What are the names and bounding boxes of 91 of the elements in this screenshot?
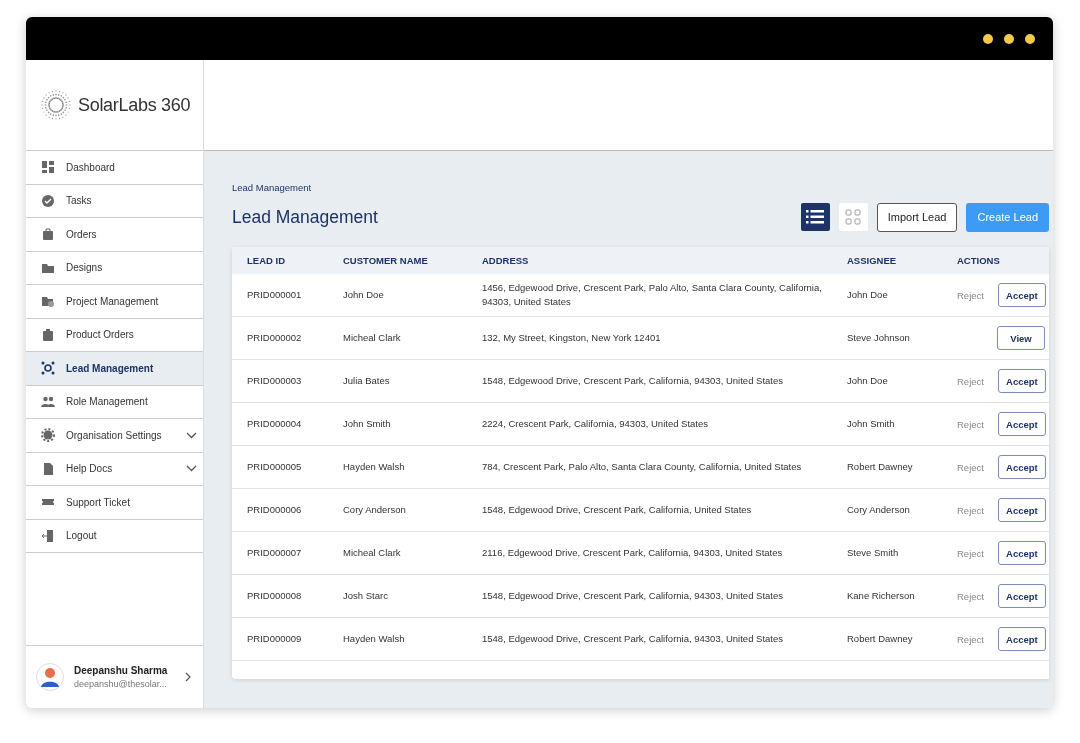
user-profile[interactable]: Deepanshu Sharma deepanshu@thesolar... bbox=[26, 646, 203, 708]
sidebar-item[interactable]: Organisation Settings bbox=[26, 419, 203, 453]
table-cell-text: 2224, Crescent Park, California, 94303, United States bbox=[482, 417, 709, 431]
table-cell-text: John Doe bbox=[847, 374, 889, 388]
table-cell-text: Micheal Clark bbox=[343, 331, 402, 345]
people-icon bbox=[41, 394, 55, 409]
table-cell-text: Robert Dawney bbox=[847, 632, 914, 646]
chevron-right-icon bbox=[185, 672, 191, 682]
reject-link[interactable]: Reject bbox=[957, 289, 984, 301]
accept-button[interactable]: Accept bbox=[997, 455, 1046, 479]
table-cell-text: 1548, Edgewood Drive, Crescent Park, California, 94303, United States bbox=[482, 589, 784, 603]
reject-link[interactable]: Reject bbox=[957, 504, 984, 516]
table-cell-text: Cory Anderson bbox=[343, 503, 407, 517]
sidebar-item[interactable]: Dashboard bbox=[26, 151, 203, 185]
table-cell-text: Micheal Clark bbox=[343, 546, 402, 560]
sidebar-item[interactable]: Role Management bbox=[26, 385, 203, 419]
network-icon bbox=[41, 361, 55, 376]
table-cell-text: PRID000005 bbox=[247, 460, 303, 474]
table-cell-text: Julia Bates bbox=[343, 374, 391, 388]
avatar-icon bbox=[36, 663, 64, 691]
column-header: ACTIONS bbox=[957, 253, 1001, 268]
accept-button[interactable]: Accept bbox=[997, 541, 1046, 565]
sidebar-item[interactable]: Project Management bbox=[26, 285, 203, 319]
column-header: LEAD ID bbox=[247, 253, 286, 268]
table-cell-text: PRID000002 bbox=[247, 331, 303, 345]
table-cell-text: Robert Dawney bbox=[847, 460, 914, 474]
sidebar-item[interactable]: Logout bbox=[26, 519, 203, 553]
sidebar-item[interactable]: Help Docs bbox=[26, 452, 203, 486]
bag-icon bbox=[41, 227, 55, 242]
sidebar-item[interactable]: Support Ticket bbox=[26, 486, 203, 520]
view-button[interactable]: View bbox=[997, 326, 1045, 350]
table-cell-text: 1548, Edgewood Drive, Crescent Park, California, 94303, United States bbox=[482, 632, 784, 646]
reject-link[interactable]: Reject bbox=[957, 633, 984, 645]
table-cell-text: 1456, Edgewood Drive, Crescent Park, Palo Alto, Santa Clara County, California, 94303, United States bbox=[482, 281, 823, 309]
reject-link[interactable]: Reject bbox=[957, 375, 984, 387]
reject-link[interactable]: Reject bbox=[957, 418, 984, 430]
table-cell-text: PRID000008 bbox=[247, 589, 303, 603]
table-cell-text: 784, Crescent Park, Palo Alto, Santa Clara County, California, United States bbox=[482, 460, 803, 474]
list-icon bbox=[806, 210, 825, 224]
list-view-button[interactable] bbox=[800, 203, 830, 231]
table-cell-text: Cory Anderson bbox=[847, 503, 911, 517]
accept-button[interactable]: Accept bbox=[997, 498, 1046, 522]
table-cell-text: Josh Starc bbox=[343, 589, 389, 603]
table-cell-text: 2116, Edgewood Drive, Crescent Park, California, 94303, United States bbox=[482, 546, 784, 560]
table-cell-text: PRID000001 bbox=[247, 288, 303, 302]
logout-icon bbox=[41, 528, 55, 543]
check-circle-icon bbox=[41, 193, 55, 208]
table-cell-text: John Smith bbox=[343, 417, 392, 431]
document-icon bbox=[41, 461, 55, 476]
gear-icon bbox=[41, 428, 55, 443]
column-header: CUSTOMER NAME bbox=[343, 253, 429, 268]
table-cell-text: John Doe bbox=[343, 288, 385, 302]
reject-link[interactable]: Reject bbox=[957, 461, 984, 473]
import-lead-button[interactable]: Import Lead bbox=[876, 202, 958, 232]
table-cell-text: Kane Richerson bbox=[847, 589, 916, 603]
sidebar-item[interactable]: Orders bbox=[26, 218, 203, 252]
table-cell-text: Hayden Walsh bbox=[343, 460, 406, 474]
table-cell-text: John Doe bbox=[847, 288, 889, 302]
accept-button[interactable]: Accept bbox=[997, 584, 1046, 608]
sun-logo-icon bbox=[40, 89, 72, 121]
accept-button[interactable]: Accept bbox=[997, 412, 1046, 436]
table-cell-text: PRID000004 bbox=[247, 417, 303, 431]
table-cell-text: PRID000006 bbox=[247, 503, 303, 517]
table-cell-text: Steve Smith bbox=[847, 546, 900, 560]
table-cell-text: PRID000007 bbox=[247, 546, 303, 560]
breadcrumb[interactable]: Lead Management bbox=[232, 182, 1049, 193]
reject-link[interactable]: Reject bbox=[957, 590, 984, 602]
page-title: Lead Management bbox=[232, 206, 378, 228]
dashboard-icon bbox=[41, 160, 55, 175]
user-email: deepanshu@thesolar... bbox=[74, 679, 168, 689]
sidebar-item[interactable]: Lead Management bbox=[26, 352, 203, 386]
more-dots-icon[interactable] bbox=[983, 33, 1035, 44]
accept-button[interactable]: Accept bbox=[997, 369, 1046, 393]
brand-name: SolarLabs 360 bbox=[78, 94, 191, 116]
table-cell-text: PRID000003 bbox=[247, 374, 303, 388]
reject-link[interactable]: Reject bbox=[957, 547, 984, 559]
table-cell-text: 132, My Street, Kingston, New York 12401 bbox=[482, 331, 662, 345]
accept-button[interactable]: Accept bbox=[997, 627, 1046, 651]
sidebar-item[interactable]: Designs bbox=[26, 251, 203, 285]
table-cell-text: Steve Johnson bbox=[847, 331, 911, 345]
table-cell-text: John Smith bbox=[847, 417, 896, 431]
table-cell-text: 1548, Edgewood Drive, Crescent Park, California, United States bbox=[482, 503, 753, 517]
table-cell-text: Hayden Walsh bbox=[343, 632, 406, 646]
grid-icon bbox=[845, 209, 862, 225]
column-header: ASSIGNEE bbox=[847, 253, 898, 268]
table-cell-text: PRID000009 bbox=[247, 632, 303, 646]
user-name: Deepanshu Sharma bbox=[74, 665, 169, 676]
accept-button[interactable]: Accept bbox=[997, 283, 1046, 307]
sidebar-item[interactable]: Tasks bbox=[26, 184, 203, 218]
column-header: ADDRESS bbox=[482, 253, 530, 268]
table-cell-text: 1548, Edgewood Drive, Crescent Park, California, 94303, United States bbox=[482, 374, 784, 388]
